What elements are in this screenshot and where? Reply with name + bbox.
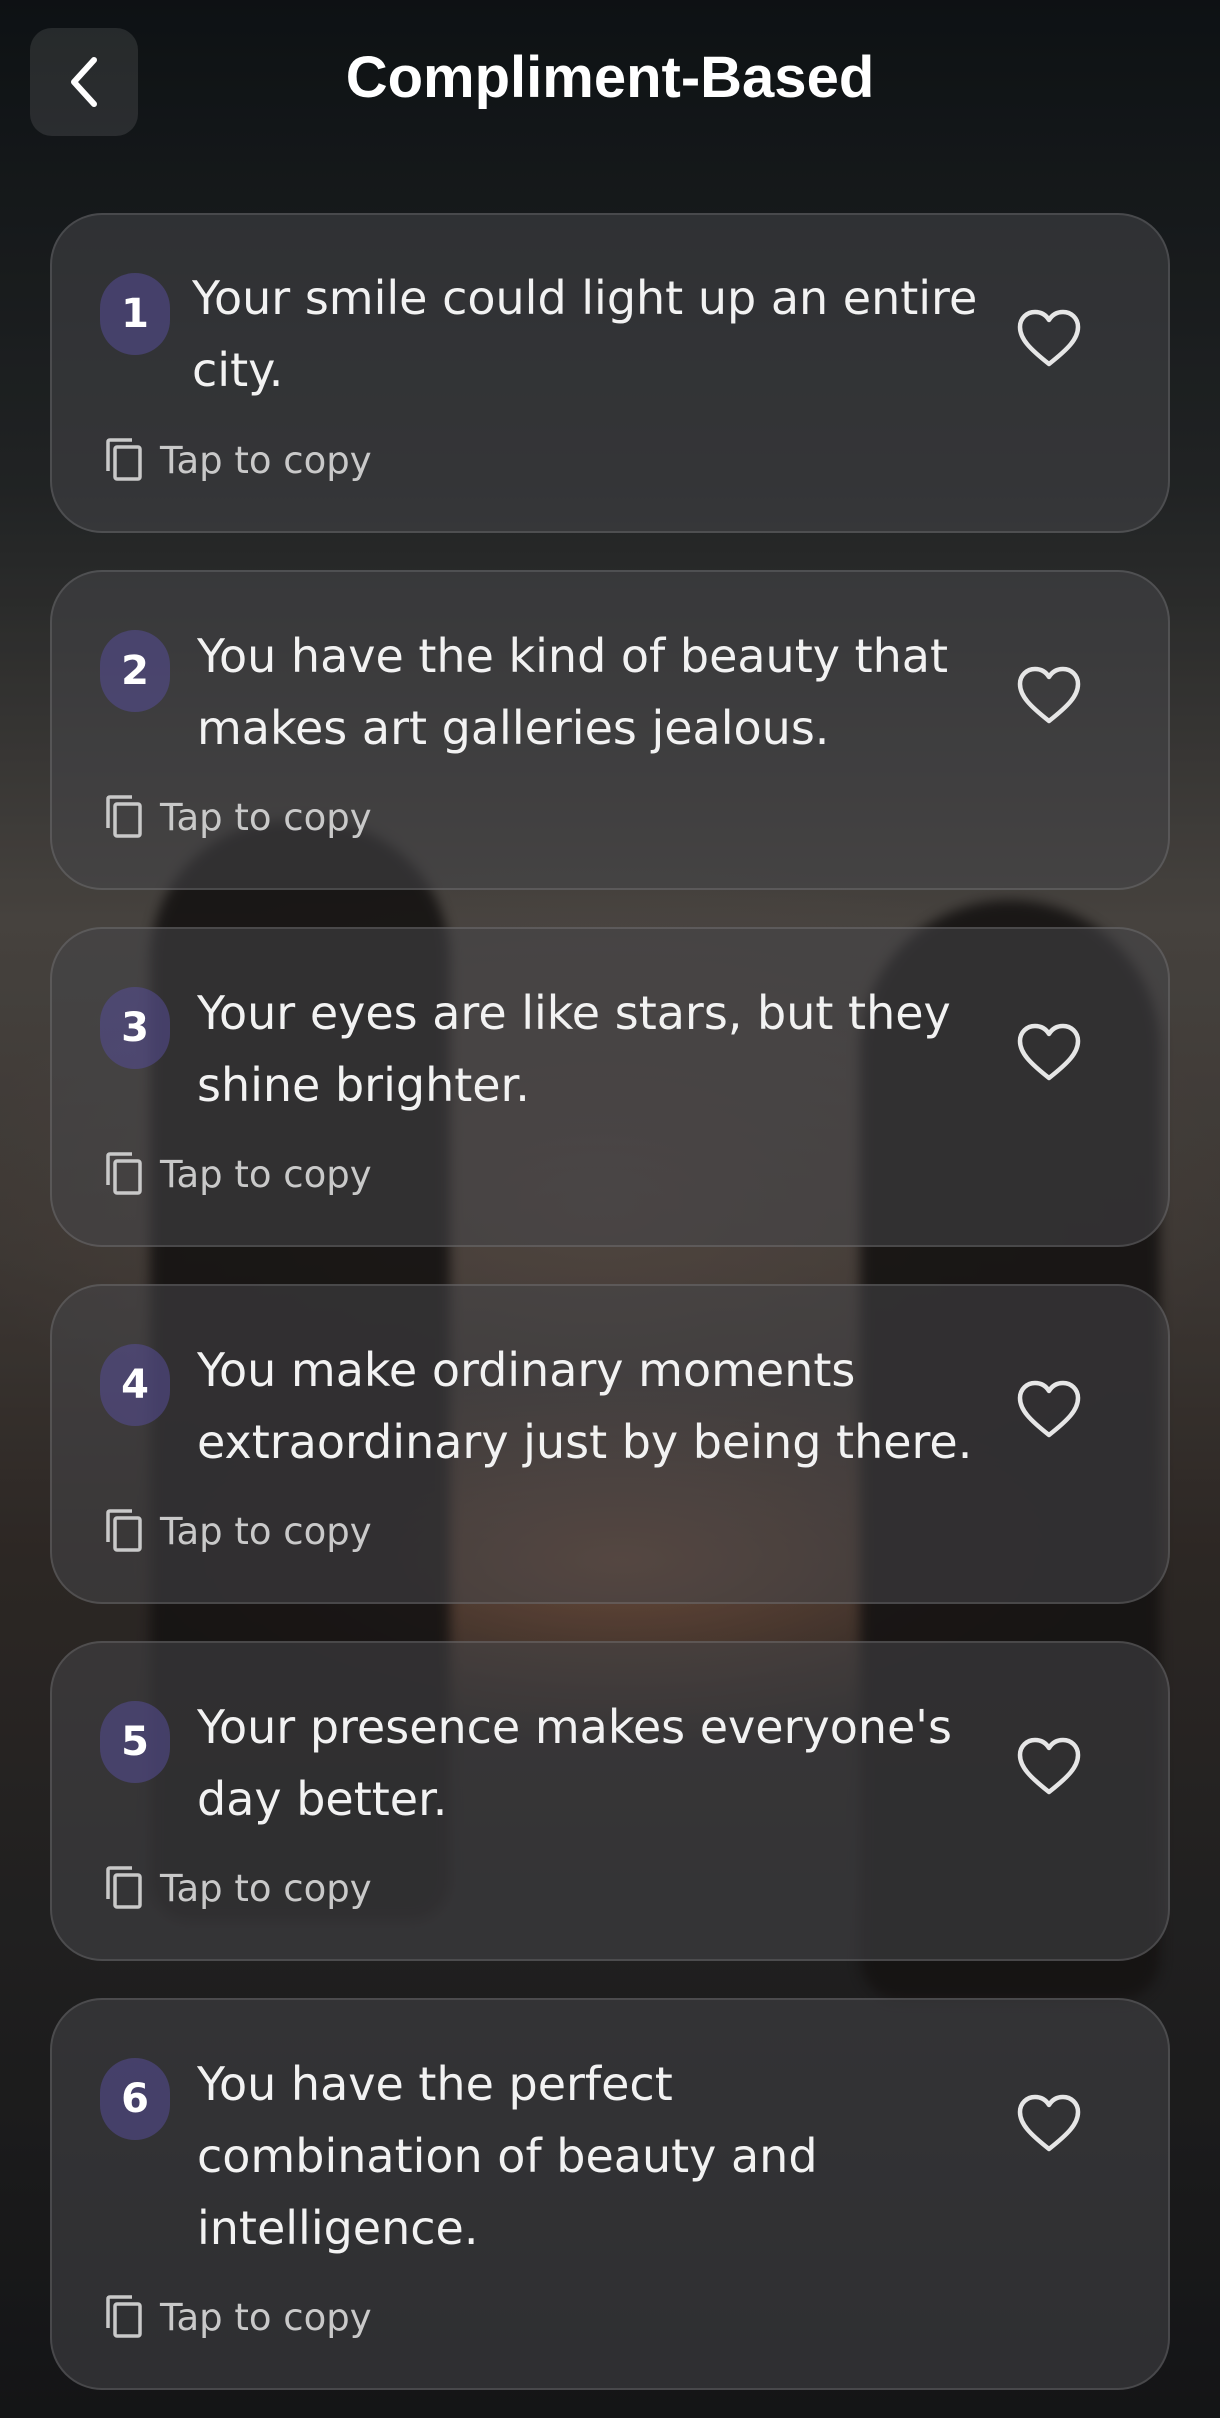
compliment-text: You have the perfect combination of beau… <box>197 2057 818 2255</box>
compliment-card[interactable]: 5 Your presence makes everyone's day bet… <box>50 1641 1170 1961</box>
copy-icon <box>106 2295 142 2338</box>
heart-icon[interactable] <box>1016 1023 1082 1083</box>
copy-button[interactable]: Tap to copy <box>104 792 372 842</box>
copy-label: Tap to copy <box>160 438 372 482</box>
compliment-text: Your smile could light up an entire city… <box>192 271 978 397</box>
copy-label: Tap to copy <box>160 1152 372 1196</box>
heart-icon[interactable] <box>1016 309 1082 369</box>
heart-icon[interactable] <box>1016 1737 1082 1797</box>
copy-icon <box>106 1509 142 1552</box>
compliment-card[interactable]: 6 You have the perfect combination of be… <box>50 1998 1170 2390</box>
compliment-text: Your eyes are like stars, but they shine… <box>197 986 951 1112</box>
copy-button[interactable]: Tap to copy <box>104 1863 372 1913</box>
number-badge: 3 <box>100 987 170 1069</box>
copy-label: Tap to copy <box>160 1866 372 1910</box>
compliment-card[interactable]: 1 Your smile could light up an entire ci… <box>50 213 1170 533</box>
copy-button[interactable]: Tap to copy <box>104 1149 372 1199</box>
copy-label: Tap to copy <box>160 795 372 839</box>
copy-button[interactable]: Tap to copy <box>104 435 372 485</box>
copy-label: Tap to copy <box>160 2295 372 2339</box>
copy-button[interactable]: Tap to copy <box>104 1506 372 1556</box>
compliment-text: You make ordinary moments extraordinary … <box>197 1343 973 1469</box>
heart-icon[interactable] <box>1016 1380 1082 1440</box>
compliment-card[interactable]: 2 You have the kind of beauty that makes… <box>50 570 1170 890</box>
copy-icon <box>106 1152 142 1195</box>
compliment-text: Your presence makes everyone's day bette… <box>197 1700 952 1826</box>
heart-icon[interactable] <box>1016 2094 1082 2154</box>
copy-label: Tap to copy <box>160 1509 372 1553</box>
header: Compliment-Based <box>0 0 1220 170</box>
page-title: Compliment-Based <box>345 45 875 110</box>
compliment-text: You have the kind of beauty that makes a… <box>197 629 949 755</box>
copy-button[interactable]: Tap to copy <box>104 2292 372 2342</box>
number-badge: 6 <box>100 2058 170 2140</box>
copy-icon <box>106 438 142 481</box>
number-badge: 2 <box>100 630 170 712</box>
compliment-card[interactable]: 4 You make ordinary moments extraordinar… <box>50 1284 1170 1604</box>
heart-icon[interactable] <box>1016 666 1082 726</box>
number-badge: 1 <box>100 273 170 355</box>
number-badge: 5 <box>100 1701 170 1783</box>
copy-icon <box>106 1866 142 1909</box>
compliment-card[interactable]: 3 Your eyes are like stars, but they shi… <box>50 927 1170 1247</box>
copy-icon <box>106 795 142 838</box>
number-badge: 4 <box>100 1344 170 1426</box>
